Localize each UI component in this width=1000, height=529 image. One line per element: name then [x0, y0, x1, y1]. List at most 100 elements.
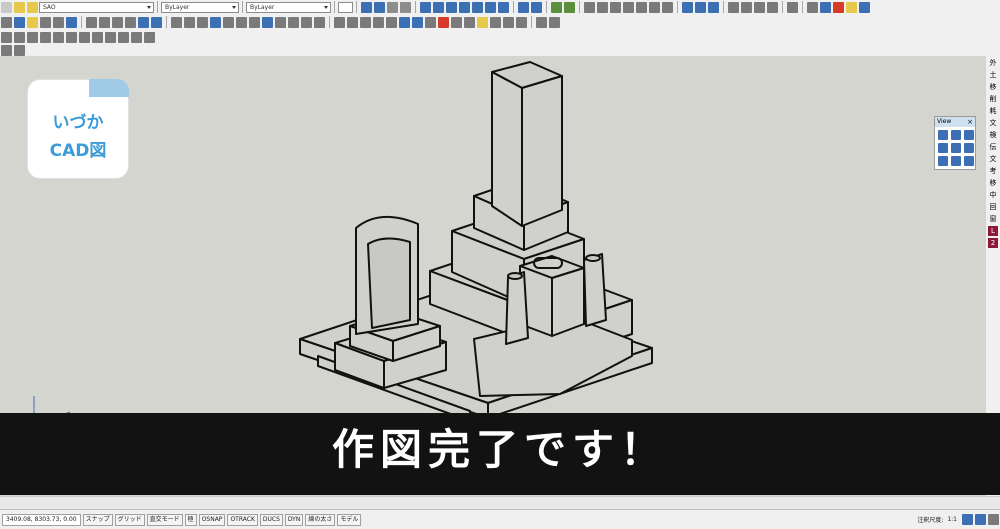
horizontal-scrollbar[interactable]	[0, 496, 1000, 509]
layer-manager-icon[interactable]	[1, 1, 12, 13]
tool-icon[interactable]	[503, 16, 514, 28]
tool-icon[interactable]	[66, 16, 77, 28]
polar-toggle[interactable]: 極	[184, 513, 197, 526]
tool-icon[interactable]	[53, 16, 64, 28]
tool-icon[interactable]	[334, 16, 345, 28]
line-icon[interactable]	[584, 1, 595, 13]
tool-icon[interactable]	[53, 31, 64, 43]
view-left-icon[interactable]	[964, 130, 974, 140]
strip-item[interactable]: 外	[988, 58, 998, 68]
tool-icon[interactable]	[118, 31, 129, 43]
print-icon[interactable]	[387, 1, 398, 13]
strip-item[interactable]: 移	[988, 178, 998, 188]
document-icon[interactable]	[787, 1, 798, 13]
ray-icon[interactable]	[623, 1, 634, 13]
tool-icon[interactable]	[425, 16, 436, 28]
tool-icon[interactable]	[1, 31, 12, 43]
tool-icon[interactable]	[549, 16, 560, 28]
tool-icon[interactable]	[14, 31, 25, 43]
snap-icon[interactable]	[695, 1, 706, 13]
tool-icon[interactable]	[1, 16, 12, 28]
bulb-icon[interactable]	[14, 1, 25, 13]
tool-icon[interactable]	[536, 16, 547, 28]
tool-icon[interactable]	[464, 16, 475, 28]
tool-icon[interactable]	[386, 16, 397, 28]
tool-icon[interactable]	[99, 16, 110, 28]
polyline-icon[interactable]	[597, 1, 608, 13]
tool-icon[interactable]	[262, 16, 273, 28]
tool-icon[interactable]	[40, 31, 51, 43]
perpendicular-icon[interactable]	[728, 1, 739, 13]
strip-item[interactable]: 移	[988, 82, 998, 92]
xline-icon[interactable]	[610, 1, 621, 13]
tool-icon[interactable]	[184, 16, 195, 28]
view-back-icon[interactable]	[964, 143, 974, 153]
tool-icon[interactable]	[399, 16, 410, 28]
tool-icon[interactable]	[86, 16, 97, 28]
close-icon[interactable]: ×	[967, 117, 973, 127]
tool-icon[interactable]	[138, 16, 149, 28]
angle-icon[interactable]	[741, 1, 752, 13]
view-top-icon[interactable]	[938, 130, 948, 140]
tool-icon[interactable]	[112, 16, 123, 28]
workspace-icon[interactable]	[975, 514, 986, 525]
sun-icon[interactable]	[27, 1, 38, 13]
tool-icon[interactable]	[105, 31, 116, 43]
strip-item[interactable]: L	[988, 226, 998, 236]
settings-icon[interactable]	[988, 514, 999, 525]
view-bottom-icon[interactable]	[951, 130, 961, 140]
tool-icon[interactable]	[210, 16, 221, 28]
tool-icon[interactable]	[516, 16, 527, 28]
tool-icon[interactable]	[66, 31, 77, 43]
undo-icon[interactable]	[518, 1, 529, 13]
image-icon[interactable]	[846, 1, 857, 13]
model-toggle[interactable]: モデル	[337, 513, 362, 526]
s-icon[interactable]	[833, 1, 844, 13]
window-icon[interactable]	[859, 1, 870, 13]
lineweight-toggle[interactable]: 線の太さ	[305, 513, 336, 526]
strip-item[interactable]: 耗	[988, 106, 998, 116]
target-icon[interactable]	[708, 1, 719, 13]
cross-icon[interactable]	[636, 1, 647, 13]
snap-toggle[interactable]: スナップ	[82, 513, 113, 526]
view-se-iso-icon[interactable]	[951, 156, 961, 166]
strip-item[interactable]: 検	[988, 130, 998, 140]
tool-icon[interactable]	[490, 16, 501, 28]
tool-icon[interactable]	[79, 31, 90, 43]
tool-icon[interactable]	[197, 16, 208, 28]
otrack-toggle[interactable]: OTRACK	[227, 513, 258, 526]
annotation-scale-value[interactable]: 1:1	[947, 516, 957, 523]
zoom-window-icon[interactable]	[459, 1, 470, 13]
zoom-in-icon[interactable]	[433, 1, 444, 13]
strip-item[interactable]: 回	[988, 202, 998, 212]
trim-icon[interactable]	[649, 1, 660, 13]
extend-icon[interactable]	[662, 1, 673, 13]
tool-icon[interactable]	[14, 16, 25, 28]
tool-icon[interactable]	[151, 16, 162, 28]
layer-icon[interactable]	[564, 1, 575, 13]
properties-icon[interactable]	[551, 1, 562, 13]
tool-icon[interactable]	[438, 16, 449, 28]
tool-icon[interactable]	[288, 16, 299, 28]
tool-icon[interactable]	[412, 16, 423, 28]
view-ne-iso-icon[interactable]	[964, 156, 974, 166]
strip-item[interactable]: 文	[988, 118, 998, 128]
zoom-out-icon[interactable]	[446, 1, 457, 13]
zoom-realtime-icon[interactable]	[420, 1, 431, 13]
tool-icon[interactable]	[347, 16, 358, 28]
redo-icon[interactable]	[531, 1, 542, 13]
tool-icon[interactable]	[249, 16, 260, 28]
tool-icon[interactable]	[27, 31, 38, 43]
circle-icon[interactable]	[682, 1, 693, 13]
tool-icon[interactable]	[14, 44, 25, 56]
dyn-toggle[interactable]: DYN	[284, 513, 304, 526]
edit-icon[interactable]	[767, 1, 778, 13]
tool-icon[interactable]	[27, 16, 38, 28]
view-front-icon[interactable]	[951, 143, 961, 153]
annotation-icon[interactable]	[962, 514, 973, 525]
strip-item[interactable]: 文	[988, 154, 998, 164]
tool-icon[interactable]	[131, 31, 142, 43]
osnap-toggle[interactable]: OSNAP	[198, 513, 226, 526]
tool-icon[interactable]	[275, 16, 286, 28]
tool-icon[interactable]	[40, 16, 51, 28]
